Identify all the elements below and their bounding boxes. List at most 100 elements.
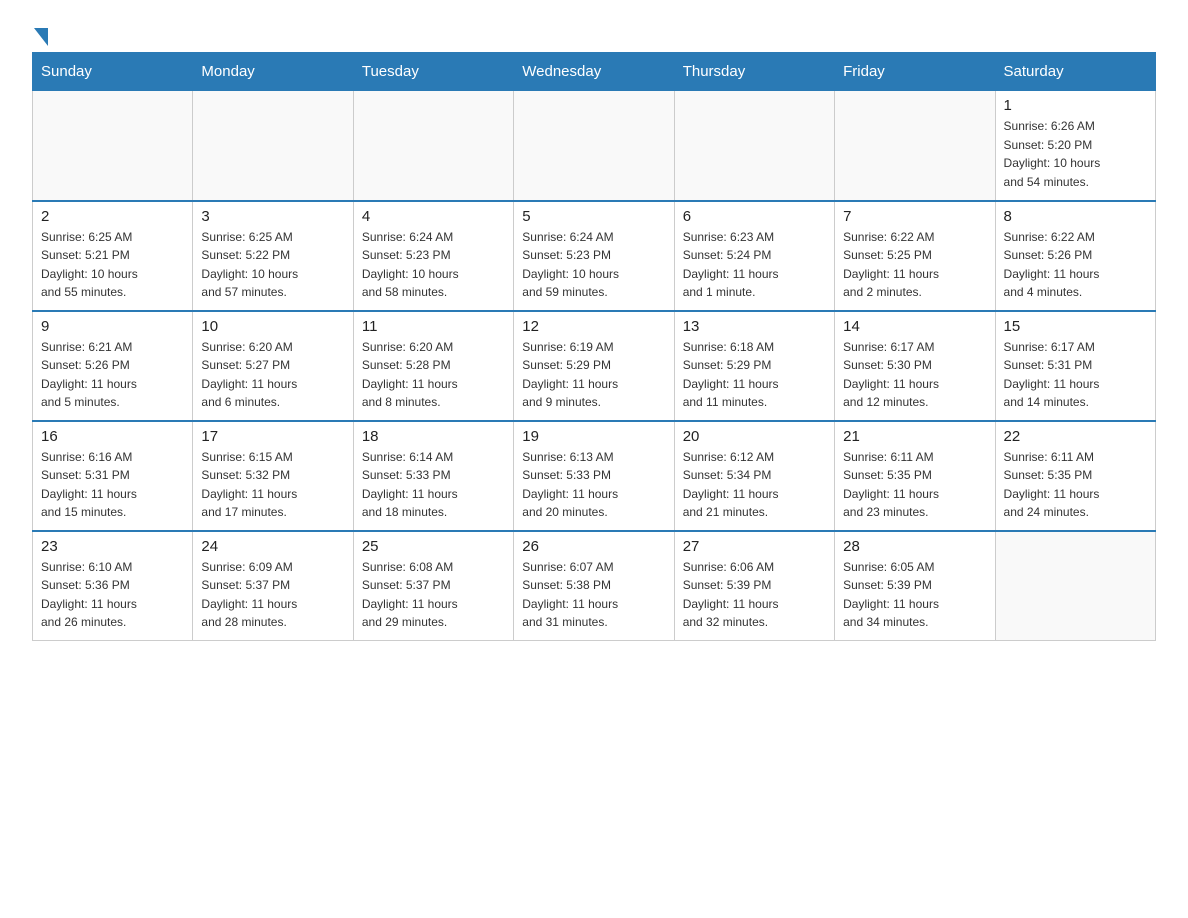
calendar-cell: 6 Sunrise: 6:23 AM Sunset: 5:24 PM Daylig…	[674, 201, 834, 311]
calendar-cell: 23 Sunrise: 6:10 AM Sunset: 5:36 PM Dayli…	[33, 531, 193, 641]
calendar-cell: 4Sunrise: 6:24 AM Sunset: 5:23 PM Daylig…	[353, 201, 513, 311]
calendar-cell	[514, 91, 674, 201]
calendar-table: SundayMondayTuesdayWednesdayThursdayFrid…	[32, 52, 1156, 641]
calendar-cell: 19 Sunrise: 6:13 AM Sunset: 5:33 PM Dayli…	[514, 421, 674, 531]
calendar-cell: 25Sunrise: 6:08 AM Sunset: 5:37 PM Dayli…	[353, 531, 513, 641]
day-number: 19	[522, 428, 665, 445]
day-number: 8	[1004, 208, 1147, 225]
day-info: Sunrise: 6:20 AM Sunset: 5:28 PM Dayligh…	[362, 338, 505, 412]
day-info: Sunrise: 6:20 AM Sunset: 5:27 PM Dayligh…	[201, 338, 344, 412]
day-number: 6	[683, 208, 826, 225]
day-number: 28	[843, 538, 986, 555]
day-number: 14	[843, 318, 986, 335]
calendar-cell: 15 Sunrise: 6:17 AM Sunset: 5:31 PM Dayli…	[995, 311, 1155, 421]
day-number: 1	[1004, 97, 1147, 114]
calendar-cell: 20 Sunrise: 6:12 AM Sunset: 5:34 PM Dayli…	[674, 421, 834, 531]
calendar-cell: 26Sunrise: 6:07 AM Sunset: 5:38 PM Dayli…	[514, 531, 674, 641]
day-info: Sunrise: 6:22 AM Sunset: 5:26 PM Dayligh…	[1004, 228, 1147, 302]
calendar-cell: 2 Sunrise: 6:25 AM Sunset: 5:21 PM Daylig…	[33, 201, 193, 311]
day-number: 12	[522, 318, 665, 335]
day-number: 22	[1004, 428, 1147, 445]
day-info: Sunrise: 6:21 AM Sunset: 5:26 PM Dayligh…	[41, 338, 184, 412]
calendar-week-row: 9 Sunrise: 6:21 AM Sunset: 5:26 PM Daylig…	[33, 311, 1156, 421]
day-number: 24	[201, 538, 344, 555]
weekday-header-sunday: Sunday	[33, 53, 193, 91]
calendar-cell: 28 Sunrise: 6:05 AM Sunset: 5:39 PM Dayli…	[835, 531, 995, 641]
day-info: Sunrise: 6:22 AM Sunset: 5:25 PM Dayligh…	[843, 228, 986, 302]
calendar-cell: 18 Sunrise: 6:14 AM Sunset: 5:33 PM Dayli…	[353, 421, 513, 531]
day-number: 16	[41, 428, 184, 445]
calendar-cell	[193, 91, 353, 201]
day-info: Sunrise: 6:06 AM Sunset: 5:39 PM Dayligh…	[683, 558, 826, 632]
page-header	[32, 24, 1156, 44]
calendar-cell	[33, 91, 193, 201]
calendar-cell: 10 Sunrise: 6:20 AM Sunset: 5:27 PM Dayli…	[193, 311, 353, 421]
day-number: 27	[683, 538, 826, 555]
day-number: 7	[843, 208, 986, 225]
calendar-week-row: 2 Sunrise: 6:25 AM Sunset: 5:21 PM Daylig…	[33, 201, 1156, 311]
day-number: 15	[1004, 318, 1147, 335]
calendar-cell: 11 Sunrise: 6:20 AM Sunset: 5:28 PM Dayli…	[353, 311, 513, 421]
calendar-cell: 16Sunrise: 6:16 AM Sunset: 5:31 PM Dayli…	[33, 421, 193, 531]
day-info: Sunrise: 6:11 AM Sunset: 5:35 PM Dayligh…	[1004, 448, 1147, 522]
weekday-header-row: SundayMondayTuesdayWednesdayThursdayFrid…	[33, 53, 1156, 91]
day-number: 20	[683, 428, 826, 445]
day-number: 10	[201, 318, 344, 335]
day-info: Sunrise: 6:23 AM Sunset: 5:24 PM Dayligh…	[683, 228, 826, 302]
weekday-header-monday: Monday	[193, 53, 353, 91]
calendar-cell	[995, 531, 1155, 641]
day-number: 18	[362, 428, 505, 445]
day-number: 9	[41, 318, 184, 335]
day-info: Sunrise: 6:25 AM Sunset: 5:21 PM Dayligh…	[41, 228, 184, 302]
weekday-header-saturday: Saturday	[995, 53, 1155, 91]
calendar-week-row: 16Sunrise: 6:16 AM Sunset: 5:31 PM Dayli…	[33, 421, 1156, 531]
logo-arrow-icon	[34, 28, 48, 46]
calendar-cell: 27 Sunrise: 6:06 AM Sunset: 5:39 PM Dayli…	[674, 531, 834, 641]
calendar-cell: 21 Sunrise: 6:11 AM Sunset: 5:35 PM Dayli…	[835, 421, 995, 531]
day-info: Sunrise: 6:10 AM Sunset: 5:36 PM Dayligh…	[41, 558, 184, 632]
calendar-cell: 8 Sunrise: 6:22 AM Sunset: 5:26 PM Daylig…	[995, 201, 1155, 311]
day-number: 2	[41, 208, 184, 225]
calendar-cell: 5 Sunrise: 6:24 AM Sunset: 5:23 PM Daylig…	[514, 201, 674, 311]
calendar-cell: 13 Sunrise: 6:18 AM Sunset: 5:29 PM Dayli…	[674, 311, 834, 421]
day-info: Sunrise: 6:17 AM Sunset: 5:31 PM Dayligh…	[1004, 338, 1147, 412]
day-info: Sunrise: 6:07 AM Sunset: 5:38 PM Dayligh…	[522, 558, 665, 632]
day-info: Sunrise: 6:14 AM Sunset: 5:33 PM Dayligh…	[362, 448, 505, 522]
day-number: 11	[362, 318, 505, 335]
day-number: 3	[201, 208, 344, 225]
calendar-cell: 14 Sunrise: 6:17 AM Sunset: 5:30 PM Dayli…	[835, 311, 995, 421]
day-number: 4	[362, 208, 505, 225]
day-info: Sunrise: 6:12 AM Sunset: 5:34 PM Dayligh…	[683, 448, 826, 522]
calendar-cell: 3Sunrise: 6:25 AM Sunset: 5:22 PM Daylig…	[193, 201, 353, 311]
day-info: Sunrise: 6:17 AM Sunset: 5:30 PM Dayligh…	[843, 338, 986, 412]
day-number: 21	[843, 428, 986, 445]
day-number: 5	[522, 208, 665, 225]
day-info: Sunrise: 6:05 AM Sunset: 5:39 PM Dayligh…	[843, 558, 986, 632]
day-info: Sunrise: 6:09 AM Sunset: 5:37 PM Dayligh…	[201, 558, 344, 632]
calendar-cell: 9 Sunrise: 6:21 AM Sunset: 5:26 PM Daylig…	[33, 311, 193, 421]
day-number: 23	[41, 538, 184, 555]
logo	[32, 24, 48, 44]
calendar-cell	[674, 91, 834, 201]
day-info: Sunrise: 6:18 AM Sunset: 5:29 PM Dayligh…	[683, 338, 826, 412]
calendar-cell: 1Sunrise: 6:26 AM Sunset: 5:20 PM Daylig…	[995, 91, 1155, 201]
calendar-cell: 12Sunrise: 6:19 AM Sunset: 5:29 PM Dayli…	[514, 311, 674, 421]
calendar-cell: 24 Sunrise: 6:09 AM Sunset: 5:37 PM Dayli…	[193, 531, 353, 641]
calendar-week-row: 1Sunrise: 6:26 AM Sunset: 5:20 PM Daylig…	[33, 91, 1156, 201]
day-number: 25	[362, 538, 505, 555]
calendar-cell: 17 Sunrise: 6:15 AM Sunset: 5:32 PM Dayli…	[193, 421, 353, 531]
day-info: Sunrise: 6:11 AM Sunset: 5:35 PM Dayligh…	[843, 448, 986, 522]
day-info: Sunrise: 6:15 AM Sunset: 5:32 PM Dayligh…	[201, 448, 344, 522]
day-info: Sunrise: 6:24 AM Sunset: 5:23 PM Dayligh…	[522, 228, 665, 302]
day-info: Sunrise: 6:13 AM Sunset: 5:33 PM Dayligh…	[522, 448, 665, 522]
calendar-week-row: 23 Sunrise: 6:10 AM Sunset: 5:36 PM Dayli…	[33, 531, 1156, 641]
calendar-cell	[835, 91, 995, 201]
calendar-cell: 7 Sunrise: 6:22 AM Sunset: 5:25 PM Daylig…	[835, 201, 995, 311]
day-number: 17	[201, 428, 344, 445]
weekday-header-tuesday: Tuesday	[353, 53, 513, 91]
day-number: 13	[683, 318, 826, 335]
weekday-header-wednesday: Wednesday	[514, 53, 674, 91]
weekday-header-thursday: Thursday	[674, 53, 834, 91]
calendar-cell	[353, 91, 513, 201]
calendar-cell: 22 Sunrise: 6:11 AM Sunset: 5:35 PM Dayli…	[995, 421, 1155, 531]
